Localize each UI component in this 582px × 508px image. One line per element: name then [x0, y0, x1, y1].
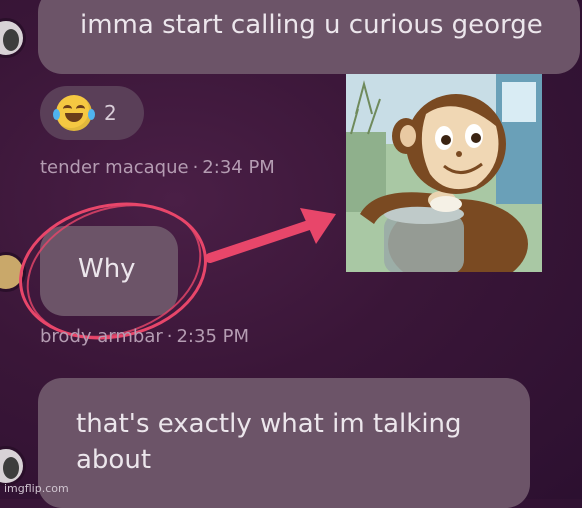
timestamp: 2:34 PM	[202, 157, 275, 178]
watermark: imgflip.com	[4, 482, 69, 495]
separator: ·	[192, 157, 199, 178]
laughing-crying-emoji-icon	[53, 95, 95, 131]
reaction-count: 2	[104, 101, 117, 125]
message-bubble[interactable]: imma start calling u curious george	[38, 0, 580, 74]
message-meta: tender macaque · 2:34 PM	[40, 157, 275, 178]
timestamp: 2:35 PM	[176, 326, 250, 347]
avatar[interactable]	[0, 446, 26, 486]
separator: ·	[166, 326, 173, 347]
message-image[interactable]	[346, 74, 542, 272]
curious-george-illustration	[346, 74, 542, 272]
message-bubble[interactable]: that's exactly what im talking about	[38, 378, 530, 508]
sender-name[interactable]: tender macaque	[40, 157, 189, 178]
message-text: that's exactly what im talking about	[76, 409, 462, 475]
avatar[interactable]	[0, 18, 26, 58]
message-text: imma start calling u curious george	[80, 10, 543, 40]
sender-name[interactable]: brody armbar	[40, 326, 163, 347]
reaction-pill[interactable]: 2	[40, 86, 144, 140]
message-meta: brody armbar · 2:35 PM	[40, 326, 249, 347]
red-arrow-annotation	[205, 208, 336, 263]
